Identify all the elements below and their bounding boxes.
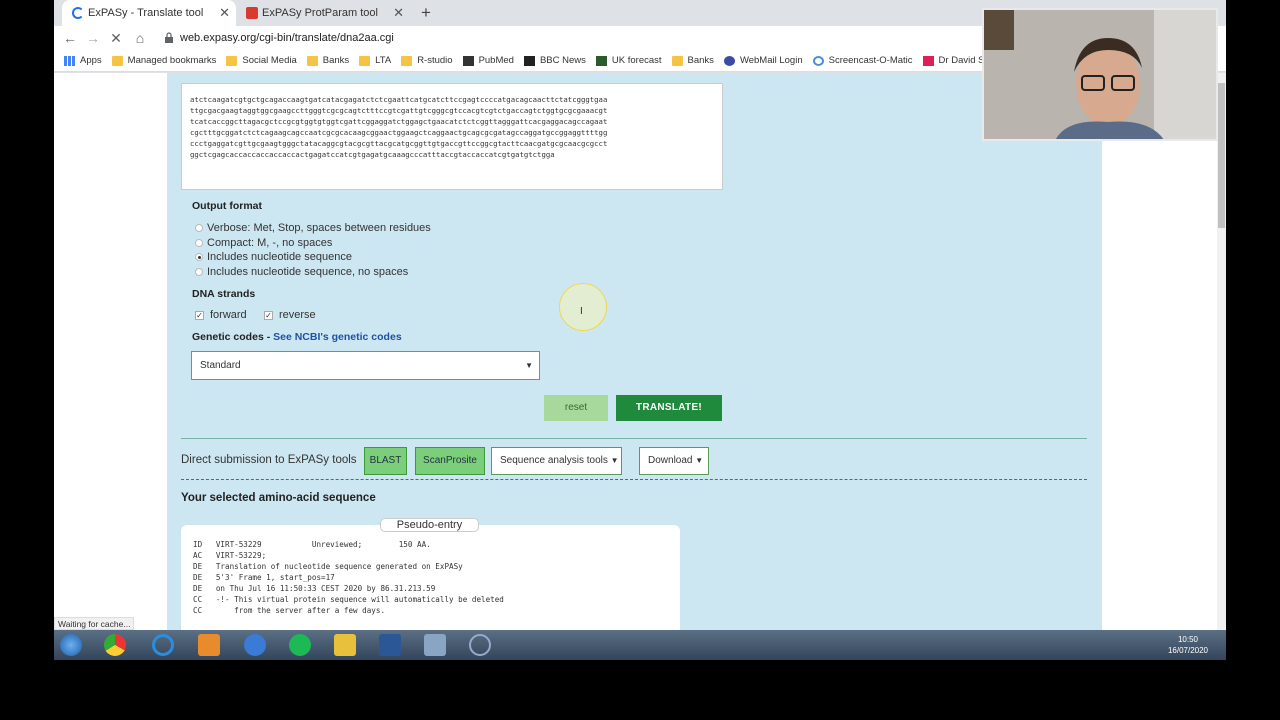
bookmark-uk-forecast[interactable]: UK forecast [595, 55, 662, 66]
folder-icon [671, 55, 683, 66]
url-bar[interactable]: web.expasy.org/cgi-bin/translate/dna2aa.… [158, 28, 978, 48]
app-icon[interactable] [424, 634, 446, 656]
folder-icon [111, 55, 123, 66]
status-bar: Waiting for cache... [54, 617, 135, 630]
folder-icon [359, 55, 371, 66]
folder-icon [401, 55, 413, 66]
divider [181, 438, 1087, 439]
dropdown-caret-icon: ▼ [695, 456, 704, 465]
bookmark-social-media[interactable]: Social Media [226, 55, 297, 66]
forward-button[interactable]: → [84, 29, 102, 47]
reset-button[interactable]: reset [544, 395, 608, 421]
ncbi-genetic-codes-link[interactable]: See NCBI's genetic codes [273, 331, 402, 343]
bookmark-rstudio[interactable]: R-studio [401, 55, 453, 66]
blast-button[interactable]: BLAST [364, 447, 407, 475]
bookmark-pubmed[interactable]: PubMed [462, 55, 514, 66]
spotify-icon[interactable] [289, 634, 311, 656]
windows-taskbar: 10:50 16/07/2020 [54, 630, 1226, 660]
chrome-icon[interactable] [104, 634, 126, 656]
expasy-icon [246, 7, 258, 19]
download-dropdown[interactable]: Download ▼ [639, 447, 709, 475]
radio-button[interactable] [195, 239, 203, 247]
bbc-icon [523, 55, 535, 66]
internet-explorer-icon[interactable] [152, 634, 174, 656]
radio-button[interactable] [195, 224, 203, 232]
genetic-code-select[interactable]: Standard ▼ [191, 351, 540, 380]
outlook-icon[interactable] [198, 634, 220, 656]
dna-strands-heading: DNA strands [192, 288, 256, 300]
dropdown-caret-icon: ▼ [610, 456, 619, 465]
bookmark-screencast[interactable]: Screencast-O-Matic [812, 55, 913, 66]
bookmark-apps[interactable]: Apps [64, 55, 102, 66]
bookmark-bbc-news[interactable]: BBC News [523, 55, 586, 66]
tab-title: ExPASy ProtParam tool [262, 7, 378, 19]
radio-includes-nucleotide[interactable]: Includes nucleotide sequence [195, 251, 352, 263]
bookmark-webmail[interactable]: WebMail Login [723, 55, 803, 66]
tab-translate-tool[interactable]: ExPASy - Translate tool ✕ [62, 0, 236, 26]
checkbox-checked[interactable]: ✓ [195, 310, 204, 320]
scanprosite-button[interactable]: ScanProsite [415, 447, 485, 475]
pubmed-icon [462, 55, 474, 66]
output-format-heading: Output format [192, 200, 262, 212]
translate-form: atctcaagatcgtgctgcagaccaagtgatcatacgagat… [167, 73, 1102, 630]
checkbox-reverse[interactable]: ✓ reverse [264, 309, 316, 321]
loading-icon [72, 7, 84, 19]
radio-compact[interactable]: Compact: M, -, no spaces [195, 237, 332, 249]
selected-sequence-heading: Your selected amino-acid sequence [181, 492, 376, 504]
lock-icon [165, 32, 173, 43]
sequence-analysis-tools-dropdown[interactable]: Sequence analysis tools ▼ [491, 447, 622, 475]
text-cursor-icon: I [580, 306, 583, 317]
radio-includes-nucleotide-no-spaces[interactable]: Includes nucleotide sequence, no spaces [195, 266, 408, 278]
pseudo-entry-tab[interactable]: Pseudo-entry [380, 518, 479, 532]
bookmark-lta[interactable]: LTA [359, 55, 391, 66]
folder-icon [226, 55, 238, 66]
checkbox-checked[interactable]: ✓ [264, 310, 273, 320]
folder-icon [306, 55, 318, 66]
sequence-textarea[interactable]: atctcaagatcgtgctgcagaccaagtgatcatacgagat… [181, 83, 723, 190]
webmail-icon [723, 55, 735, 66]
word-icon[interactable] [379, 634, 401, 656]
tab-title: ExPASy - Translate tool [88, 7, 204, 19]
home-icon[interactable]: ⌂ [131, 29, 149, 47]
system-clock: 10:50 16/07/2020 [1167, 635, 1208, 655]
url-text: web.expasy.org/cgi-bin/translate/dna2aa.… [180, 32, 394, 44]
screencast-icon [812, 55, 824, 66]
webcam-overlay [982, 8, 1218, 141]
apps-grid-icon [64, 55, 75, 66]
close-icon[interactable]: ✕ [393, 5, 404, 21]
genetic-codes-heading: Genetic codes - See NCBI's genetic codes [192, 331, 402, 343]
slack-icon [922, 55, 934, 66]
scrollbar-thumb[interactable] [1218, 83, 1225, 228]
new-tab-button[interactable]: + [416, 3, 436, 23]
cursor-highlight [559, 283, 607, 331]
pseudo-entry-text: ID VIRT-53229 Unreviewed; 150 AA. AC VIR… [193, 540, 504, 615]
translate-button[interactable]: TRANSLATE! [616, 395, 722, 421]
radio-verbose[interactable]: Verbose: Met, Stop, spaces between resid… [195, 222, 431, 234]
teams-icon[interactable] [244, 634, 266, 656]
direct-submission-label: Direct submission to ExPASy tools [181, 454, 357, 466]
radio-button-selected[interactable] [195, 253, 203, 261]
page-viewport: atctcaagatcgtgctgcagaccaagtgatcatacgagat… [54, 73, 1217, 630]
bookmark-managed[interactable]: Managed bookmarks [111, 55, 216, 66]
radio-button[interactable] [195, 268, 203, 276]
vertical-scrollbar[interactable] [1217, 73, 1226, 630]
presenter-video [984, 10, 1216, 139]
close-icon[interactable]: ✕ [219, 5, 230, 21]
tab-protparam-tool[interactable]: ExPASy ProtParam tool ✕ [236, 0, 410, 26]
bookmark-banks-2[interactable]: Banks [671, 55, 714, 66]
screencast-taskbar-icon[interactable] [469, 634, 491, 656]
bookmark-banks[interactable]: Banks [306, 55, 349, 66]
start-button-icon[interactable] [60, 634, 82, 656]
forecast-icon [595, 55, 607, 66]
back-button[interactable]: ← [61, 29, 79, 47]
file-explorer-icon[interactable] [334, 634, 356, 656]
checkbox-forward[interactable]: ✓ forward [195, 309, 247, 321]
stop-button[interactable]: ✕ [107, 29, 125, 47]
dropdown-caret-icon: ▼ [525, 361, 533, 370]
dashed-divider [181, 479, 1087, 480]
